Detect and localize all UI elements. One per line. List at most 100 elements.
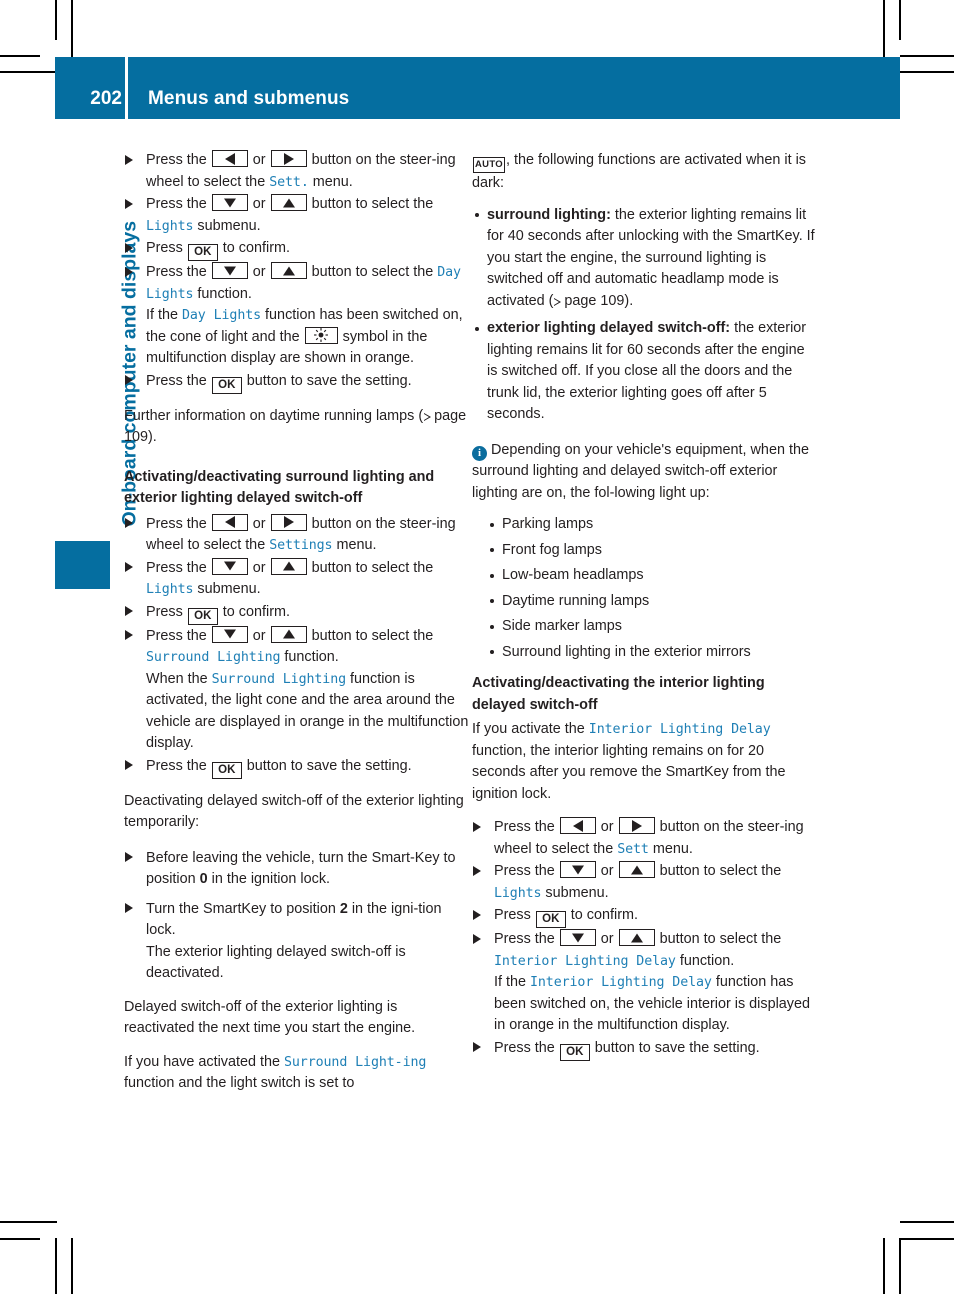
up-arrow-key-icon[interactable]	[270, 557, 307, 575]
step-press-ok-confirm-2: Press OK to confirm.	[124, 602, 470, 625]
step-triangle-icon	[125, 242, 133, 253]
function-term: exterior lighting delayed switch-off:	[487, 320, 731, 336]
crop-mark-top-right-inner-h	[900, 55, 954, 57]
page-header: 202 Menus and submenus	[55, 57, 900, 119]
crop-mark-top-left-v	[71, 0, 73, 57]
up-arrow-key-icon[interactable]	[618, 929, 655, 946]
sun-glyph-icon	[314, 328, 329, 342]
crop-mark-bottom-right-v	[883, 1238, 885, 1294]
crop-mark-bottom-left-inner-v	[55, 1238, 57, 1294]
step-select-surround-lighting: Press the or button to select the Surrou…	[124, 625, 470, 755]
down-arrow-key-icon[interactable]	[211, 194, 248, 211]
step-press-ok-confirm-interior: Press OK to confirm.	[472, 905, 818, 928]
bullet-dot-icon	[490, 599, 494, 603]
page-number: 202	[90, 88, 122, 109]
crop-mark-top-right-h	[900, 71, 954, 73]
step-text: Turn the SmartKey to position 2 in the i…	[146, 900, 442, 939]
page-title: Menus and submenus	[148, 88, 350, 109]
step-save-setting-day-lights: Press the OK button to save the setting.	[124, 371, 470, 394]
list-item-low-beam-headlamps: Low-beam headlamps	[472, 565, 818, 587]
step-triangle-icon	[473, 933, 481, 944]
page-reference-link[interactable]: page 109	[564, 293, 624, 309]
step-note: The exterior lighting delayed switch-off…	[146, 943, 406, 982]
up-arrow-key-icon[interactable]	[270, 625, 307, 643]
ok-key-icon[interactable]: OK	[559, 1043, 590, 1061]
step-select-lights-submenu-2: Press the or button to select the Lights…	[124, 557, 470, 601]
ok-key-icon[interactable]: OK	[211, 761, 242, 779]
step-triangle-icon	[473, 1042, 481, 1052]
left-column: Press the or button on the steer-ing whe…	[124, 150, 470, 1107]
deactivating-intro-paragraph: Deactivating delayed switch-off of the e…	[124, 792, 464, 831]
down-arrow-key-icon[interactable]	[211, 262, 248, 279]
up-arrow-key-icon[interactable]	[270, 194, 307, 211]
step-smartkey-position-2: Turn the SmartKey to position 2 in the i…	[124, 899, 470, 985]
step-triangle-icon	[125, 852, 133, 862]
bullet-dot-icon	[490, 650, 494, 654]
step-select-lights-submenu-interior: Press the or button to select the Lights…	[472, 861, 818, 904]
mfd-label-surround-lighting-2: Surround Lighting	[211, 671, 347, 687]
mfd-label-day-lights-2: Day Lights	[182, 308, 262, 323]
function-bullet-surround-lighting: surround lighting: the exterior lighting…	[472, 205, 818, 313]
step-text: Before leaving the vehicle, turn the Sma…	[146, 849, 456, 888]
ok-key-icon[interactable]: OK	[187, 607, 218, 625]
step-save-setting-interior: Press the OK button to save the setting.	[472, 1038, 818, 1061]
mfd-label-interior-lighting-delay: Interior Lighting Delay	[588, 722, 771, 737]
list-item-side-marker-lamps: Side marker lamps	[472, 616, 818, 638]
page-reference-arrow-icon	[554, 297, 562, 306]
bullet-dot-icon	[490, 522, 494, 527]
daytime-running-lamp-icon	[304, 326, 338, 344]
down-arrow-key-icon[interactable]	[211, 625, 248, 643]
step-smartkey-position-0: Before leaving the vehicle, turn the Sma…	[124, 848, 470, 891]
step-triangle-icon	[473, 909, 481, 920]
down-arrow-key-icon[interactable]	[559, 929, 596, 946]
step-select-sett-menu-interior: Press the or button on the steer-ing whe…	[472, 817, 818, 860]
ok-key-icon[interactable]: OK	[535, 911, 566, 928]
mfd-label-settings: Settings	[269, 538, 333, 553]
step-triangle-icon	[125, 266, 133, 277]
left-arrow-key-icon[interactable]	[559, 817, 596, 834]
step-triangle-icon	[125, 375, 133, 385]
step-triangle-icon	[125, 630, 133, 640]
right-arrow-key-icon[interactable]	[618, 817, 655, 834]
down-arrow-key-icon[interactable]	[211, 557, 248, 575]
mfd-label-lights: Lights	[146, 582, 194, 597]
function-term: surround lighting:	[487, 206, 611, 223]
interior-intro-paragraph: If you activate the Interior Lighting De…	[472, 721, 786, 802]
function-bullet-delayed-switch-off: exterior lighting delayed switch-off: th…	[472, 318, 818, 426]
step-save-setting-surround: Press the OK button to save the setting.	[124, 756, 470, 779]
right-arrow-key-icon[interactable]	[270, 150, 307, 167]
mfd-label-sett: Sett	[617, 841, 649, 857]
step-triangle-icon	[125, 518, 133, 528]
carryover-paragraph: If you have activated the Surround Light…	[124, 1053, 427, 1092]
list-item-daytime-running-lamps: Daytime running lamps	[472, 591, 818, 613]
crop-mark-bottom-left-inner-h	[0, 1238, 40, 1240]
right-arrow-key-icon[interactable]	[270, 513, 307, 531]
left-arrow-key-icon[interactable]	[211, 150, 248, 167]
step-select-day-lights: Press the or button to select the Day Li…	[124, 262, 470, 370]
step-triangle-icon	[125, 760, 133, 770]
bullet-dot-icon	[475, 326, 479, 331]
up-arrow-key-icon[interactable]	[618, 861, 655, 878]
mfd-label-interior-lighting-delay-3: Interior Lighting Delay	[530, 975, 712, 990]
crop-mark-bottom-left-v	[71, 1238, 73, 1294]
auto-key-icon[interactable]: AUTO	[473, 157, 505, 173]
step-select-interior-lighting-delay: Press the or button to select the Interi…	[472, 929, 818, 1037]
ok-key-icon[interactable]: OK	[211, 376, 242, 394]
page-reference-arrow-icon	[424, 412, 432, 421]
list-item-parking-lamps: Parking lamps	[472, 514, 818, 536]
crop-mark-bottom-right-inner-v	[899, 1238, 901, 1294]
bullet-dot-icon	[490, 624, 494, 629]
list-item-front-fog-lamps: Front fog lamps	[472, 540, 818, 562]
step-select-settings-menu-2: Press the or button on the steer-ing whe…	[124, 513, 470, 557]
bullet-dot-icon	[490, 548, 494, 552]
down-arrow-key-icon[interactable]	[559, 861, 596, 878]
further-information-paragraph: Further information on daytime running l…	[124, 407, 467, 446]
up-arrow-key-icon[interactable]	[270, 262, 307, 279]
left-arrow-key-icon[interactable]	[211, 513, 248, 531]
crop-mark-bottom-left-h	[0, 1221, 57, 1223]
list-item-surround-lighting-mirrors: Surround lighting in the exterior mirror…	[472, 642, 818, 664]
info-note-block: i Depending on your vehicle's equipment,…	[472, 440, 818, 505]
step-triangle-icon	[125, 903, 133, 913]
ok-key-icon[interactable]: OK	[187, 244, 218, 261]
chapter-thumb-tab	[55, 541, 110, 589]
